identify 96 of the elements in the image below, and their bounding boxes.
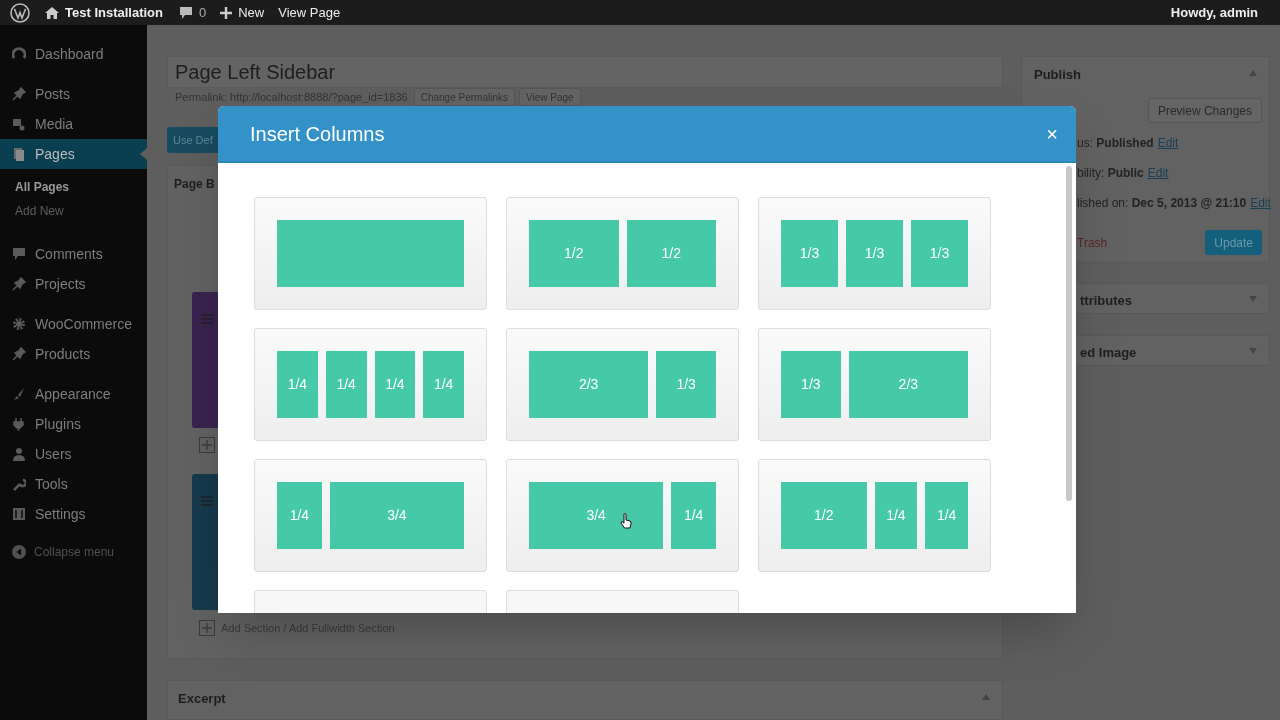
speech-bubble-icon xyxy=(12,247,26,261)
column-block: 1/4 xyxy=(277,351,318,418)
column-block: 2/3 xyxy=(848,351,968,418)
column-block: 1/2 xyxy=(529,220,619,287)
close-button[interactable]: × xyxy=(1046,123,1058,144)
hand-cursor-icon xyxy=(620,513,632,529)
home-icon xyxy=(44,5,60,20)
collapse-caret-icon xyxy=(1249,70,1257,76)
add-icon xyxy=(199,436,215,453)
sidebar-item[interactable]: Settings xyxy=(0,499,147,529)
plus-icon xyxy=(220,6,233,19)
column-block: 1/3 xyxy=(781,220,838,287)
panel-title: ttributes xyxy=(1080,292,1132,310)
settings-icon xyxy=(12,507,26,521)
column-block: 1/4 xyxy=(874,482,918,549)
column-block: 1/3 xyxy=(656,351,716,418)
sidebar-item[interactable]: Tools xyxy=(0,469,147,499)
trash-link[interactable]: Trash xyxy=(1077,234,1108,252)
drag-handle-icon xyxy=(201,495,213,506)
status-text: lished on: Dec 5, 2013 @ 21:10 xyxy=(1077,195,1247,212)
column-block: 2/3 xyxy=(529,351,649,418)
update-button[interactable]: Update xyxy=(1205,230,1262,255)
column-block: 1/4 xyxy=(423,351,464,418)
sidebar-item[interactable]: Media xyxy=(0,109,147,139)
comment-count[interactable]: 0 xyxy=(199,2,207,23)
use-default-button[interactable]: Use Def xyxy=(167,127,218,153)
layout-card[interactable]: 1/2 1/4 1/4 xyxy=(758,459,991,572)
gear-icon xyxy=(12,317,26,331)
sidebar-item[interactable]: Posts xyxy=(0,79,147,109)
panel-title: Page B xyxy=(174,175,215,193)
modal-title: Insert Columns xyxy=(250,121,385,147)
status-text: bility: Public xyxy=(1077,165,1144,182)
column-block: 1/3 xyxy=(781,351,841,418)
gauge-icon xyxy=(12,47,26,61)
view-page-link[interactable]: View Page xyxy=(278,2,341,23)
sidebar-item[interactable]: Appearance xyxy=(0,379,147,409)
expand-caret-icon xyxy=(1249,296,1257,302)
preview-changes-button[interactable]: Preview Changes xyxy=(1147,98,1262,123)
layout-card[interactable]: 3/4 1/4 xyxy=(506,459,739,572)
sidebar-item[interactable]: WooCommerce xyxy=(0,309,147,339)
sidebar-item[interactable]: Projects xyxy=(0,269,147,299)
pushpin-icon xyxy=(12,277,26,291)
layout-card[interactable]: 1/3 1/3 1/3 xyxy=(758,197,991,310)
status-text: us: Published xyxy=(1077,135,1154,152)
column-block: 3/4 xyxy=(529,482,664,549)
add-icon xyxy=(199,619,215,636)
wrench-icon xyxy=(12,477,26,491)
edit-link[interactable]: Edit xyxy=(1250,194,1271,212)
layout-card[interactable]: 1/4 1/4 1/4 1/4 xyxy=(254,328,487,441)
brush-icon xyxy=(12,387,26,401)
site-name-link[interactable]: Test Installation xyxy=(65,2,163,23)
pushpin-icon xyxy=(12,87,26,101)
sidebar-item[interactable]: Plugins xyxy=(0,409,147,439)
column-block: 1/4 xyxy=(671,482,716,549)
wordpress-logo-icon xyxy=(10,2,30,23)
pages-icon xyxy=(12,147,26,161)
sidebar-item[interactable]: Dashboard xyxy=(0,39,147,69)
panel-title: Publish xyxy=(1034,66,1081,84)
column-block: 1/3 xyxy=(846,220,903,287)
sidebar-item[interactable]: Pages xyxy=(0,139,147,169)
sidebar-item[interactable]: Products xyxy=(0,339,147,369)
panel-title: ed Image xyxy=(1080,344,1137,362)
media-icon xyxy=(12,117,26,131)
scrollbar-thumb[interactable] xyxy=(1066,166,1072,501)
new-link[interactable]: New xyxy=(238,2,265,23)
collapse-caret-icon xyxy=(982,694,990,701)
submenu-item[interactable]: All Pages xyxy=(0,175,147,199)
column-block: 1/4 xyxy=(374,351,416,418)
expand-caret-icon xyxy=(1249,348,1257,354)
layout-card[interactable]: 1/3 2/3 xyxy=(758,328,991,441)
selection-pointer xyxy=(140,148,147,160)
pushpin-icon xyxy=(12,347,26,361)
column-block: 1/2 xyxy=(781,482,867,549)
column-block: 3/4 xyxy=(329,482,464,549)
collapse-menu-button[interactable]: Collapse menu xyxy=(0,543,147,561)
column-block: 1/4 xyxy=(925,482,968,549)
comment-icon xyxy=(179,5,193,20)
title-field[interactable]: Page Left Sidebar xyxy=(167,56,1003,88)
column-block: 1/4 xyxy=(325,351,367,418)
layout-card[interactable]: 1/2 1/2 xyxy=(506,197,739,310)
plug-icon xyxy=(12,417,26,431)
greeting-link[interactable]: Howdy, admin xyxy=(1170,2,1258,23)
layout-card[interactable]: 2/3 1/3 xyxy=(506,328,739,441)
user-icon xyxy=(12,447,26,461)
submenu-item[interactable]: Add New xyxy=(0,199,147,223)
sidebar-item[interactable]: Users xyxy=(0,439,147,469)
column-block: 1/4 xyxy=(277,482,322,549)
layout-card[interactable]: 1/4 3/4 xyxy=(254,459,487,572)
panel-title: Excerpt xyxy=(178,690,226,709)
sidebar-item[interactable]: Comments xyxy=(0,239,147,269)
column-block: 1/2 xyxy=(626,220,716,287)
drag-handle-icon xyxy=(201,313,213,324)
layout-card[interactable] xyxy=(254,197,487,310)
column-block: 1/3 xyxy=(911,220,968,287)
edit-link[interactable]: Edit xyxy=(1157,134,1179,152)
edit-link[interactable]: Edit xyxy=(1147,164,1169,182)
